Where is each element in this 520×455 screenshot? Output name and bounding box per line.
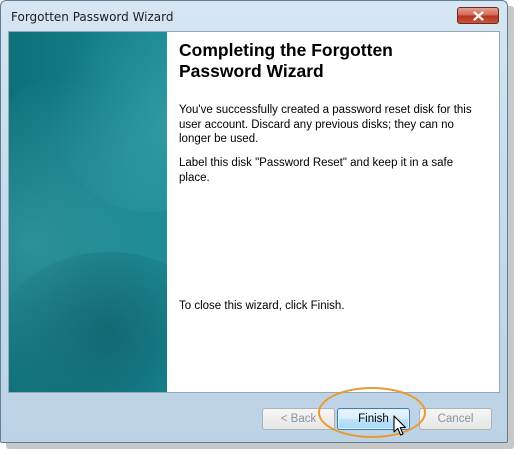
wizard-page: Completing the Forgotten Password Wizard… [8,31,500,393]
label-instruction: Label this disk "Password Reset" and kee… [179,157,454,184]
title-bar[interactable]: Forgotten Password Wizard [1,1,507,31]
wizard-side-banner [9,32,167,392]
close-icon [472,10,484,21]
button-bar: < Back Finish Cancel [8,393,500,439]
success-message: You've successfully created a password r… [179,104,472,145]
cancel-button[interactable]: Cancel [419,408,492,430]
page-title: Completing the Forgotten Password Wizard [179,40,393,81]
close-button[interactable] [457,7,499,24]
mouse-pointer-icon [393,415,407,436]
close-instruction: To close this wizard, click Finish. [179,300,345,312]
window-title: Forgotten Password Wizard [11,10,174,24]
finish-highlight-ring [318,387,426,438]
wizard-window: Forgotten Password Wizard Completing the… [0,0,508,443]
